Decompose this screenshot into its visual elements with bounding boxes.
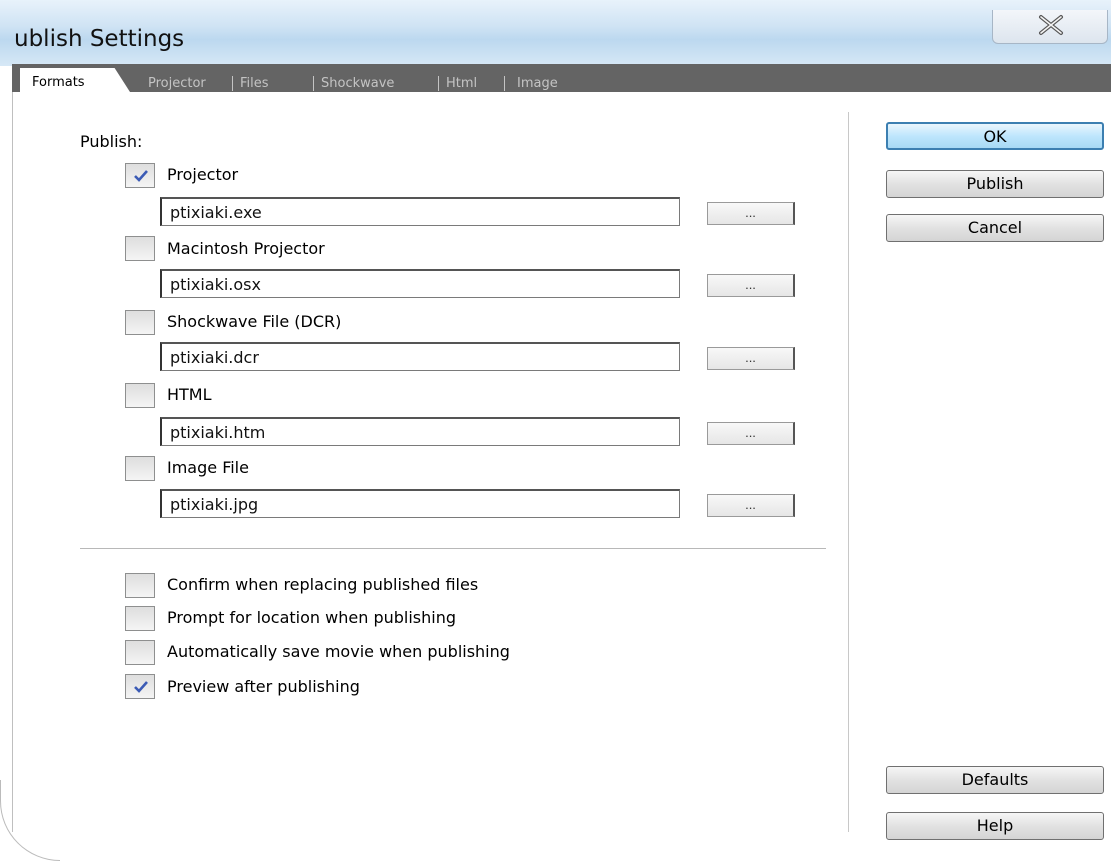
close-icon bbox=[1039, 15, 1063, 35]
mac-projector-filename-field[interactable]: ptixiaki.osx bbox=[160, 269, 680, 298]
window-title: ublish Settings bbox=[14, 26, 185, 52]
projector-filename-field[interactable]: ptixiaki.exe bbox=[160, 197, 680, 226]
shockwave-browse-button[interactable]: ... bbox=[707, 347, 795, 370]
shockwave-checkbox[interactable] bbox=[125, 310, 155, 335]
publish-heading: Publish: bbox=[80, 132, 143, 151]
prompt-location-label: Prompt for location when publishing bbox=[167, 608, 456, 627]
close-button[interactable] bbox=[992, 10, 1108, 44]
mac-projector-checkbox[interactable] bbox=[125, 236, 155, 261]
checkmark-icon bbox=[134, 170, 148, 182]
shockwave-filename-field[interactable]: ptixiaki.dcr bbox=[160, 342, 680, 371]
html-browse-button[interactable]: ... bbox=[707, 422, 795, 445]
tab-projector[interactable]: Projector bbox=[148, 76, 206, 91]
vertical-divider bbox=[848, 112, 849, 832]
preview-label: Preview after publishing bbox=[167, 677, 360, 696]
tab-files[interactable]: Files bbox=[240, 76, 269, 91]
auto-save-checkbox[interactable] bbox=[125, 640, 155, 665]
help-button[interactable]: Help bbox=[886, 812, 1104, 840]
image-file-browse-button[interactable]: ... bbox=[707, 494, 795, 517]
confirm-replace-checkbox[interactable] bbox=[125, 573, 155, 598]
cancel-button[interactable]: Cancel bbox=[886, 214, 1104, 242]
section-divider bbox=[80, 548, 826, 549]
mac-projector-browse-button[interactable]: ... bbox=[707, 274, 795, 297]
image-file-filename-field[interactable]: ptixiaki.jpg bbox=[160, 489, 680, 518]
tab-html[interactable]: Html bbox=[446, 76, 477, 91]
panel-edge bbox=[12, 92, 13, 832]
projector-browse-button[interactable]: ... bbox=[707, 202, 795, 225]
title-bar: ublish Settings bbox=[0, 0, 1111, 66]
prompt-location-checkbox[interactable] bbox=[125, 606, 155, 631]
tab-separator bbox=[313, 76, 314, 91]
tab-separator bbox=[438, 76, 439, 91]
tab-separator bbox=[504, 76, 505, 91]
image-file-label: Image File bbox=[167, 458, 249, 477]
preview-checkbox[interactable] bbox=[125, 674, 155, 699]
image-file-checkbox[interactable] bbox=[125, 456, 155, 481]
auto-save-label: Automatically save movie when publishing bbox=[167, 642, 510, 661]
tab-separator bbox=[232, 76, 233, 91]
checkmark-icon bbox=[134, 681, 148, 693]
projector-checkbox[interactable] bbox=[125, 163, 155, 188]
publish-button[interactable]: Publish bbox=[886, 170, 1104, 198]
tab-strip: Formats Projector Files Shockwave Html I… bbox=[12, 64, 1111, 92]
tab-shockwave[interactable]: Shockwave bbox=[321, 76, 394, 91]
defaults-button[interactable]: Defaults bbox=[886, 766, 1104, 794]
html-label: HTML bbox=[167, 385, 212, 404]
ok-button[interactable]: OK bbox=[886, 122, 1104, 150]
window-corner bbox=[0, 780, 60, 861]
confirm-replace-label: Confirm when replacing published files bbox=[167, 575, 479, 594]
mac-projector-label: Macintosh Projector bbox=[167, 239, 325, 258]
projector-label: Projector bbox=[167, 165, 239, 184]
html-checkbox[interactable] bbox=[125, 383, 155, 408]
shockwave-label: Shockwave File (DCR) bbox=[167, 312, 342, 331]
tab-formats[interactable]: Formats bbox=[20, 68, 130, 92]
html-filename-field[interactable]: ptixiaki.htm bbox=[160, 417, 680, 446]
tab-image[interactable]: Image bbox=[517, 76, 558, 91]
